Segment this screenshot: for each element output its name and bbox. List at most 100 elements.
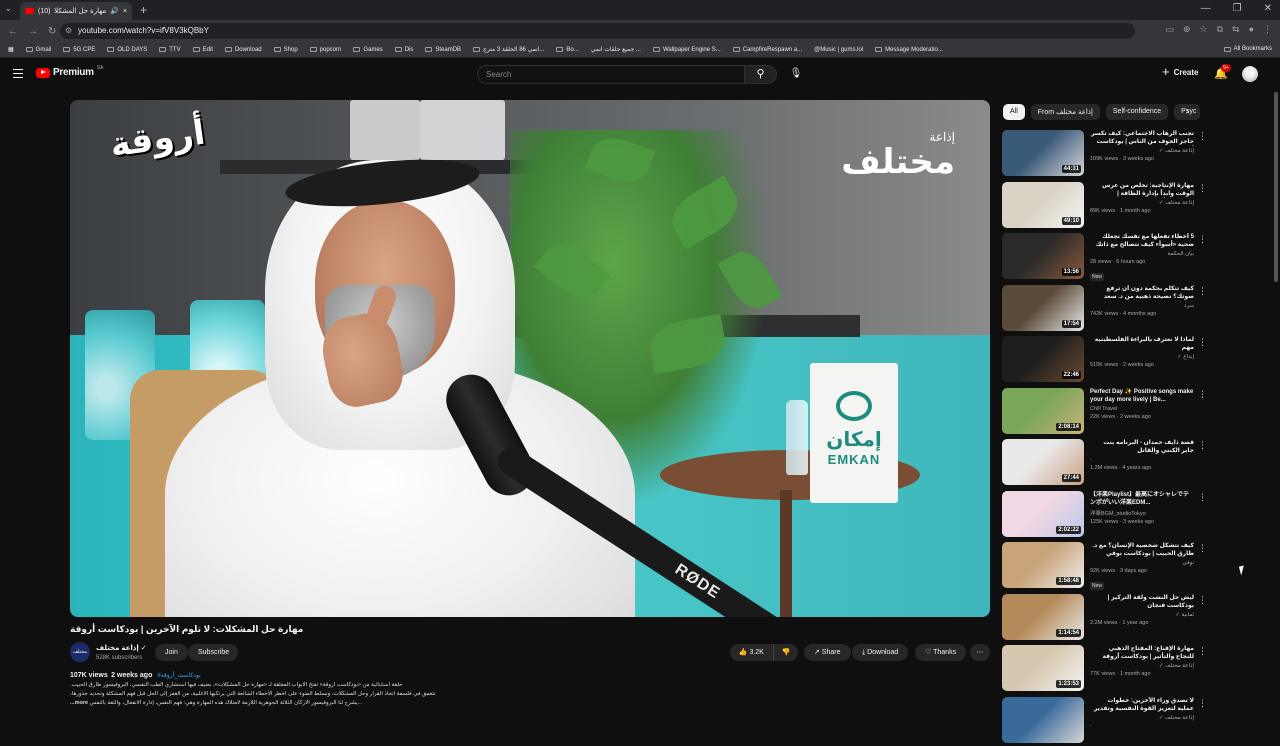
more-vertical-icon[interactable]: ⋮ bbox=[1198, 596, 1207, 604]
chip-from-channel[interactable]: From إذاعة مختلف bbox=[1031, 104, 1100, 120]
chevron-right-icon[interactable]: › bbox=[1186, 106, 1189, 117]
recommendation-title[interactable]: ليش حل النشت ولقة التركيز | بودكاست فنجا… bbox=[1090, 594, 1194, 610]
recommendation-item[interactable]: 1:23:53 مهارة الإقناع: المفتاح الذهبي لل… bbox=[1002, 643, 1212, 695]
recommendation-title[interactable]: مهارة الإقناع: المفتاح الذهبي للنجاح وال… bbox=[1090, 645, 1194, 661]
more-vertical-icon[interactable]: ⋮ bbox=[1198, 493, 1207, 501]
site-info-icon[interactable]: ⚙ bbox=[65, 26, 72, 35]
video-player[interactable]: إمكان EMKAN RØDE أروقة إذاعة مختلف bbox=[70, 100, 990, 617]
bookmark-item[interactable]: Gmail bbox=[26, 47, 52, 53]
recommendation-item[interactable]: 27:44 قصة ذايف حمدان - البرنامه بنت جاير… bbox=[1002, 437, 1212, 489]
bookmark-item[interactable]: 5G CPE bbox=[63, 47, 95, 53]
more-actions-button[interactable]: ⋯ bbox=[970, 644, 990, 661]
more-link[interactable]: ...more bbox=[70, 700, 88, 706]
search-button[interactable]: ⚲ bbox=[745, 65, 777, 84]
all-bookmarks[interactable]: All Bookmarks bbox=[1224, 46, 1272, 52]
menu-icon[interactable] bbox=[13, 69, 23, 78]
more-vertical-icon[interactable]: ⋮ bbox=[1198, 287, 1207, 295]
hashtag-link[interactable]: #بودكاست_أروقة bbox=[157, 673, 200, 679]
more-vertical-icon[interactable]: ⋮ bbox=[1198, 338, 1207, 346]
bookmark-folder[interactable]: Games bbox=[353, 47, 382, 53]
video-thumbnail[interactable]: 13:56 bbox=[1002, 233, 1084, 279]
bookmark-star-icon[interactable]: ☆ bbox=[1200, 24, 1208, 35]
bookmark-item[interactable]: Bo... bbox=[556, 47, 578, 53]
chip-all[interactable]: All bbox=[1003, 104, 1025, 120]
forward-icon[interactable]: → bbox=[28, 26, 38, 37]
bookmark-folder[interactable]: OLD DAYS bbox=[107, 47, 147, 53]
tab-audio-icon[interactable]: 🔊 bbox=[110, 7, 119, 15]
recommendation-channel[interactable]: Chill Travel bbox=[1090, 406, 1194, 412]
bookmark-item[interactable]: انمي 86 الحلقة 3 مترج... bbox=[473, 46, 544, 53]
video-thumbnail[interactable]: 1:58:48 bbox=[1002, 542, 1084, 588]
recommendation-channel[interactable]: - bbox=[1090, 457, 1194, 463]
recommendation-item[interactable]: 22:46 لماذا لا نعترف بالبراءة الفلسطينية… bbox=[1002, 334, 1212, 386]
thanks-button[interactable]: ♡ Thanks bbox=[915, 644, 966, 661]
recommendation-channel[interactable]: إذاعة مختلف ✓ bbox=[1090, 663, 1194, 669]
chip-self-confidence[interactable]: Self-confidence bbox=[1106, 104, 1168, 120]
recommendation-title[interactable]: 【洋楽Playlist】最高にオシャレでテンポがいい洋楽EDM... bbox=[1090, 491, 1194, 507]
bookmark-folder[interactable]: Dis bbox=[395, 47, 414, 53]
recommendation-item[interactable]: 13:56 5 أخطاء تفعلها مع نفسك تجعلك ضحية … bbox=[1002, 231, 1212, 283]
video-thumbnail[interactable]: 22:46 bbox=[1002, 336, 1084, 382]
profile-icon[interactable]: ● bbox=[1249, 24, 1254, 35]
recommendation-channel[interactable]: إبداع ✓ bbox=[1090, 354, 1194, 360]
account-avatar[interactable] bbox=[1242, 66, 1258, 82]
recommendation-item[interactable]: 2:02:22 【洋楽Playlist】最高にオシャレでテンポがいい洋楽EDM.… bbox=[1002, 489, 1212, 541]
bookmark-folder[interactable]: popcorn bbox=[310, 47, 342, 53]
video-thumbnail[interactable]: 2:02:22 bbox=[1002, 491, 1084, 537]
recommendation-title[interactable]: Perfect Day ✨ Positive songs make your d… bbox=[1090, 388, 1194, 404]
recommendation-title[interactable]: مهارة الإنتاجية: تخلّص من عرس الوقت وابد… bbox=[1090, 182, 1194, 198]
recommendation-title[interactable]: لا تصدق وراء الآخرين: خطوات عملية لتعزيز… bbox=[1090, 697, 1194, 713]
recommendation-title[interactable]: تجنب الرهاب الاجتماعي: كيف تكسر حاجز الخ… bbox=[1090, 130, 1194, 146]
reload-icon[interactable]: ↻ bbox=[48, 26, 56, 37]
cast-icon[interactable]: ▭ bbox=[1165, 24, 1174, 35]
notifications-icon[interactable]: 🔔9+ bbox=[1214, 67, 1228, 80]
more-vertical-icon[interactable]: ⋮ bbox=[1198, 699, 1207, 707]
more-vertical-icon[interactable]: ⋮ bbox=[1198, 132, 1207, 140]
channel-avatar[interactable]: مختلف bbox=[70, 642, 90, 662]
subscribe-button[interactable]: Subscribe bbox=[188, 644, 238, 661]
tab-groups-icon[interactable]: ⇆ bbox=[1232, 24, 1240, 35]
more-vertical-icon[interactable]: ⋮ bbox=[1198, 441, 1207, 449]
dislike-button[interactable]: 👎 bbox=[774, 644, 798, 661]
recommendation-title[interactable]: كيف تتشكل شخصية الإنسان؟ مع د. طارق الحب… bbox=[1090, 542, 1194, 558]
maximize-icon[interactable]: ❐ bbox=[1233, 3, 1242, 14]
recommendation-channel[interactable]: 洋楽BGM_studioTokyo bbox=[1090, 509, 1194, 517]
close-window-icon[interactable]: ✕ bbox=[1264, 3, 1272, 14]
bookmark-folder[interactable]: Shop bbox=[274, 47, 298, 53]
bookmark-folder[interactable]: Download bbox=[225, 47, 262, 53]
tab-close-icon[interactable]: × bbox=[123, 8, 127, 15]
recommendation-item[interactable]: 2:08:14 Perfect Day ✨ Positive songs mak… bbox=[1002, 386, 1212, 438]
recommendation-title[interactable]: 5 أخطاء تفعلها مع نفسك تجعلك ضحية «أسوأ»… bbox=[1090, 233, 1194, 249]
more-vertical-icon[interactable]: ⋮ bbox=[1198, 235, 1207, 243]
recommendation-item[interactable]: 17:54 كيف تتكلم بحكمة دون أن ترفع صوتك؟ … bbox=[1002, 283, 1212, 335]
recommendation-item[interactable]: 1:14:54 ليش حل النشت ولقة التركيز | بودك… bbox=[1002, 592, 1212, 644]
tab-search-chevron-icon[interactable]: ⌄ bbox=[5, 4, 12, 13]
create-button[interactable]: + Create bbox=[1162, 67, 1199, 77]
video-thumbnail[interactable]: 2:08:14 bbox=[1002, 388, 1084, 434]
recommendation-title[interactable]: قصة ذايف حمدان - البرنامه بنت جاير الكنت… bbox=[1090, 439, 1194, 455]
more-vertical-icon[interactable]: ⋮ bbox=[1198, 647, 1207, 655]
recommendation-channel[interactable]: سرد bbox=[1090, 303, 1194, 309]
video-thumbnail[interactable]: 17:54 bbox=[1002, 285, 1084, 331]
bookmark-folder[interactable]: TTV bbox=[159, 47, 180, 53]
more-vertical-icon[interactable]: ⋮ bbox=[1198, 390, 1207, 398]
video-thumbnail[interactable]: 1:23:53 bbox=[1002, 645, 1084, 691]
bookmark-item[interactable]: جميع حلقات انمي ... bbox=[591, 46, 641, 53]
chrome-menu-icon[interactable]: ⋮ bbox=[1263, 24, 1272, 35]
more-vertical-icon[interactable]: ⋮ bbox=[1198, 184, 1207, 192]
bookmark-item[interactable]: @Music | gums.lol bbox=[814, 47, 863, 53]
apps-icon[interactable]: ▦ bbox=[8, 46, 14, 53]
bookmark-item[interactable]: SteamDB bbox=[425, 47, 461, 53]
extension-icon[interactable]: ⧉ bbox=[1217, 24, 1223, 35]
video-thumbnail[interactable]: 44:31 bbox=[1002, 130, 1084, 176]
recommendation-channel[interactable]: نوفي bbox=[1090, 560, 1194, 566]
minimize-icon[interactable]: — bbox=[1201, 3, 1211, 14]
recommendation-title[interactable]: كيف تتكلم بحكمة دون أن ترفع صوتك؟ نصيحة … bbox=[1090, 285, 1194, 301]
video-thumbnail[interactable]: 1:14:54 bbox=[1002, 594, 1084, 640]
bookmark-item[interactable]: CampfireRespawn a... bbox=[733, 47, 802, 53]
channel-name[interactable]: إذاعة مختلف ✓ bbox=[96, 644, 147, 652]
bookmark-item[interactable]: Wallpaper Engine S... bbox=[653, 47, 721, 53]
browser-tab-active[interactable]: (10) مهارة حل المشكلات: لا ت 🔊 × bbox=[20, 2, 132, 20]
join-button[interactable]: Join bbox=[155, 644, 188, 661]
back-icon[interactable]: ← bbox=[8, 26, 18, 37]
